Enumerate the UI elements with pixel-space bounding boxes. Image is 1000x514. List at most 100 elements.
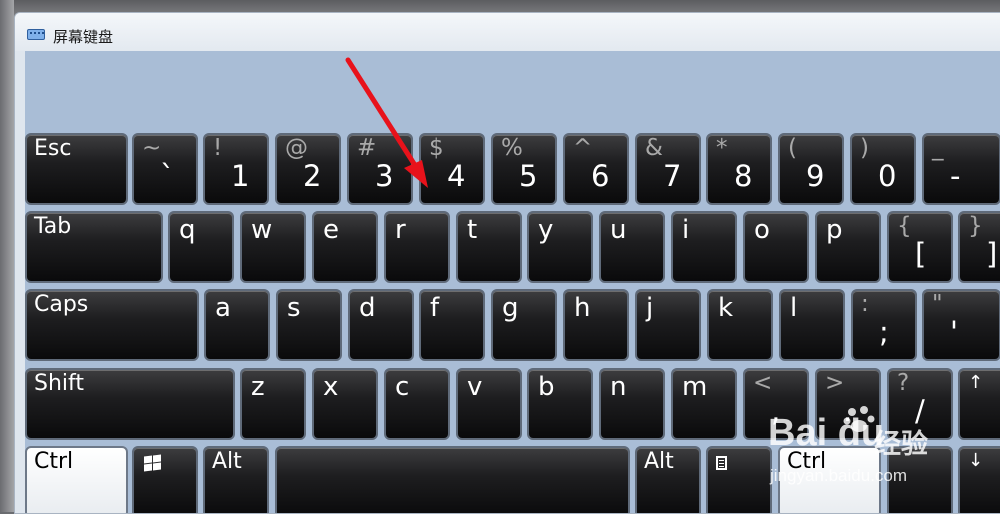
key-7[interactable]: & 7 [635, 133, 701, 205]
key-letter: t [467, 215, 478, 245]
key-letter: h [574, 293, 591, 323]
key-shift-symbol: ~ [142, 135, 162, 161]
key-label: Caps [34, 292, 89, 317]
key-main-symbol: 5 [519, 159, 538, 193]
key-3[interactable]: # 3 [347, 133, 413, 205]
key-minus[interactable]: _ - [922, 133, 1000, 205]
key-x[interactable]: x [312, 368, 378, 440]
title-bar[interactable]: 屏幕键盘 [15, 13, 1000, 51]
key-letter: z [251, 372, 265, 402]
key-u[interactable]: u [599, 211, 665, 283]
key-shift-symbol: $ [429, 135, 444, 161]
key-main-symbol: 8 [734, 159, 753, 193]
key-main-symbol: ` [160, 159, 175, 193]
key-alt-left[interactable]: Alt [203, 446, 269, 513]
key-v[interactable]: v [456, 368, 522, 440]
key-label: Ctrl [34, 449, 74, 474]
key-main-symbol: 0 [878, 159, 897, 193]
key-main-symbol: ; [879, 315, 889, 349]
key-g[interactable]: g [491, 289, 557, 361]
key-main-symbol: [ [915, 237, 927, 271]
key-main-symbol: 3 [375, 159, 394, 193]
key-letter: p [826, 215, 843, 245]
key-shift-symbol: } [968, 213, 983, 239]
key-shift-symbol: _ [932, 135, 944, 161]
key-m[interactable]: m [671, 368, 737, 440]
key-main-symbol: 1 [231, 159, 250, 193]
key-5[interactable]: % 5 [491, 133, 557, 205]
key-label: Alt [212, 449, 242, 474]
key-0[interactable]: ) 0 [850, 133, 916, 205]
key-shift-symbol: @ [285, 135, 308, 161]
key-caps-lock[interactable]: Caps [25, 289, 199, 361]
key-z[interactable]: z [240, 368, 306, 440]
key-j[interactable]: j [635, 289, 701, 361]
key-letter: n [610, 372, 627, 402]
key-k[interactable]: k [707, 289, 773, 361]
key-shift-symbol: > [825, 370, 845, 396]
watermark-url: jingyan.baidu.com [770, 466, 908, 485]
key-letter: v [467, 372, 483, 402]
arrow-down-icon: ↓ [968, 450, 984, 471]
key-main-symbol: ] [986, 237, 998, 271]
key-f[interactable]: f [419, 289, 485, 361]
key-4[interactable]: $ 4 [419, 133, 485, 205]
key-6[interactable]: ^ 6 [563, 133, 629, 205]
key-9[interactable]: ( 9 [778, 133, 844, 205]
key-windows[interactable] [132, 446, 198, 513]
key-arrow-up[interactable]: ↑ [958, 368, 1000, 440]
key-shift-symbol: * [716, 135, 728, 161]
key-semicolon[interactable]: : ; [851, 289, 917, 361]
key-q[interactable]: q [168, 211, 234, 283]
key-letter: j [646, 293, 654, 323]
key-letter: l [790, 293, 798, 323]
key-t[interactable]: t [456, 211, 522, 283]
key-1[interactable]: ! 1 [203, 133, 269, 205]
key-shift-symbol: ^ [573, 135, 593, 161]
key-tab[interactable]: Tab [25, 211, 163, 283]
key-shift-symbol: & [645, 135, 663, 161]
key-arrow-down[interactable]: ↓ [958, 446, 1000, 513]
key-r[interactable]: r [384, 211, 450, 283]
key-y[interactable]: y [527, 211, 593, 283]
key-esc[interactable]: Esc [25, 133, 128, 205]
key-p[interactable]: p [815, 211, 881, 283]
key-quote[interactable]: " ' [922, 289, 1000, 361]
key-8[interactable]: * 8 [706, 133, 772, 205]
key-shift-symbol: % [501, 135, 523, 161]
baidu-watermark: Bai du 经验 jingyan.baidu.com [768, 404, 948, 496]
key-letter: k [718, 293, 734, 323]
key-d[interactable]: d [348, 289, 414, 361]
watermark-product: 经验 [874, 429, 928, 460]
key-n[interactable]: n [599, 368, 665, 440]
key-l[interactable]: l [779, 289, 845, 361]
key-shift-symbol: " [932, 291, 943, 317]
key-c[interactable]: c [384, 368, 450, 440]
key-left-bracket[interactable]: { [ [887, 211, 953, 283]
key-i[interactable]: i [671, 211, 737, 283]
key-h[interactable]: h [563, 289, 629, 361]
key-shift-symbol: ! [213, 135, 223, 161]
key-right-bracket[interactable]: } ] [958, 211, 1000, 283]
key-letter: y [538, 215, 554, 245]
key-letter: c [395, 372, 410, 402]
key-o[interactable]: o [743, 211, 809, 283]
key-ctrl-left[interactable]: Ctrl [25, 446, 128, 513]
keyboard-icon [27, 29, 45, 40]
key-e[interactable]: e [312, 211, 378, 283]
arrow-up-icon: ↑ [968, 372, 984, 393]
key-main-symbol: 9 [806, 159, 825, 193]
key-b[interactable]: b [527, 368, 593, 440]
key-space[interactable] [275, 446, 630, 513]
key-letter: i [682, 215, 690, 245]
key-w[interactable]: w [240, 211, 306, 283]
windows-logo-icon [144, 454, 162, 472]
key-backtick[interactable]: ~ ` [132, 133, 198, 205]
key-menu[interactable] [706, 446, 772, 513]
key-s[interactable]: s [276, 289, 342, 361]
key-2[interactable]: @ 2 [275, 133, 341, 205]
key-alt-right[interactable]: Alt [635, 446, 701, 513]
key-a[interactable]: a [204, 289, 270, 361]
key-shift-left[interactable]: Shift [25, 368, 235, 440]
key-letter: q [179, 215, 196, 245]
